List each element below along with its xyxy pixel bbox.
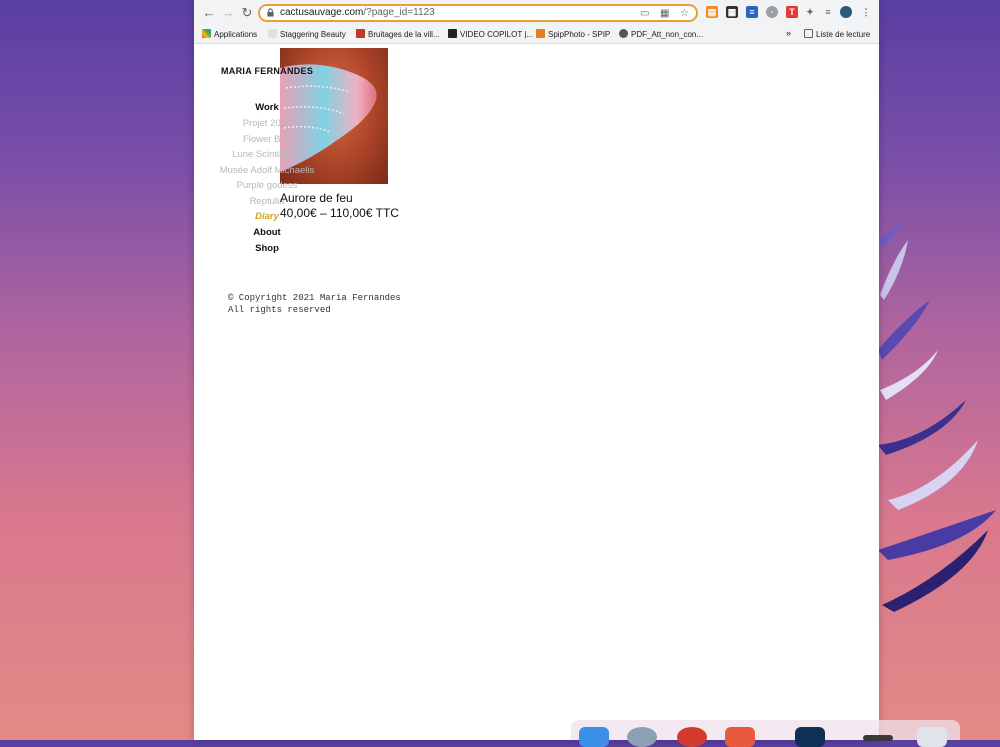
page-content: MARIA FERNANDES Work Projet 2020 Flower … [194, 44, 879, 740]
copyright-line: © Copyright 2021 Maria Fernandes [228, 293, 401, 303]
menu-item-projet-2020[interactable]: Projet 2020 [187, 118, 347, 129]
reading-list-label: Liste de lecture [816, 30, 871, 39]
more-bookmarks-button[interactable]: » [786, 28, 791, 38]
reading-queue-icon[interactable]: ≡ [822, 6, 834, 18]
bookmark-bruitages[interactable]: Bruitages de la vill... [356, 29, 440, 39]
plant-leaves [878, 220, 996, 612]
safari-icon[interactable] [627, 727, 657, 747]
bookmark-label: Staggering Beauty [280, 30, 346, 39]
menu-about[interactable]: About [187, 227, 347, 238]
bookmark-star-icon[interactable]: ☆ [680, 8, 689, 19]
extension-tp-icon[interactable]: T [786, 6, 798, 18]
extensions-puzzle-icon[interactable]: ✦ [804, 6, 816, 18]
cast-icon[interactable]: ▭ [640, 8, 649, 19]
address-bar[interactable]: cactusauvage.com/?page_id=1123 ▭ ▦ ☆ [258, 4, 698, 22]
reading-list-icon [804, 29, 813, 38]
menu-item-lune-scintillante[interactable]: Lune Scintillante [187, 149, 347, 160]
video-copilot-icon [448, 29, 457, 38]
footer-copyright: © Copyright 2021 Maria Fernandes All rig… [228, 292, 401, 316]
extension-calendar-icon[interactable]: ▦ [726, 6, 738, 18]
profile-avatar[interactable] [840, 6, 852, 18]
globe-icon [619, 29, 628, 38]
rights-line: All rights reserved [228, 305, 331, 315]
site-title[interactable]: MARIA FERNANDES [221, 66, 313, 76]
url-text: cactusauvage.com/?page_id=1123 [280, 7, 435, 18]
product-name[interactable]: Aurore de feu [280, 191, 353, 205]
extension-orange-icon[interactable]: ▤ [706, 6, 718, 18]
menu-item-musee-adolf-michaelis[interactable]: Musée Adolf Michaelis [187, 165, 347, 176]
bookmark-applications[interactable]: Applications [202, 29, 257, 39]
browser-window: ← → ↻ cactusauvage.com/?page_id=1123 ▭ ▦… [194, 0, 879, 740]
calendar-icon[interactable] [725, 727, 755, 747]
bookmark-video-copilot[interactable]: VIDEO COPILOT |... [448, 29, 533, 39]
qr-code-icon[interactable]: ▦ [660, 8, 669, 19]
forward-button[interactable]: → [219, 4, 237, 22]
reload-button[interactable]: ↻ [238, 4, 256, 22]
url-path: /?page_id=1123 [363, 7, 435, 18]
product-price: 40,00€ – 110,00€ TTC [280, 206, 399, 220]
dock [571, 720, 960, 747]
menu-item-flower-bed[interactable]: Flower Bed [187, 134, 347, 145]
photoshop-icon[interactable] [795, 727, 825, 747]
trash-icon[interactable] [917, 727, 947, 747]
bookmark-label: SpipPhoto - SPIP [548, 30, 611, 39]
apps-grid-icon [202, 29, 211, 38]
bookmarks-bar: Applications Staggering Beauty Bruitages… [194, 27, 879, 44]
bookmark-label: Applications [214, 30, 258, 39]
menu-work[interactable]: Work [187, 102, 347, 113]
url-host: cactusauvage.com [280, 7, 364, 18]
finder-icon[interactable] [579, 727, 609, 747]
page-icon [268, 29, 277, 38]
extension-blue-icon[interactable]: ≡ [746, 6, 758, 18]
browser-toolbar: ← → ↻ cactusauvage.com/?page_id=1123 ▭ ▦… [194, 0, 879, 27]
menu-item-purple-godess[interactable]: Purple godess [187, 180, 347, 191]
extension-grey-icon[interactable]: · [766, 6, 778, 18]
reading-list-button[interactable]: Liste de lecture [804, 29, 870, 39]
bookmark-label: VIDEO COPILOT |... [460, 30, 534, 39]
lock-icon [267, 8, 274, 17]
bookmark-spipphoto[interactable]: SpipPhoto - SPIP [536, 29, 610, 39]
spip-icon [536, 29, 545, 38]
menu-shop[interactable]: Shop [187, 243, 347, 254]
back-button[interactable]: ← [200, 4, 218, 22]
app-red-icon[interactable] [677, 727, 707, 747]
bookmark-label: PDF_Att_non_con... [631, 30, 704, 39]
plant-decoration [878, 220, 996, 612]
bookmark-pdf[interactable]: PDF_Att_non_con... [619, 29, 703, 39]
browser-menu-icon[interactable]: ⋮ [860, 6, 872, 18]
bookmark-label: Bruitages de la vill... [368, 30, 440, 39]
bruitages-icon [356, 29, 365, 38]
bookmark-staggering-beauty[interactable]: Staggering Beauty [268, 29, 346, 39]
window-thumbnail-icon[interactable] [863, 735, 893, 741]
